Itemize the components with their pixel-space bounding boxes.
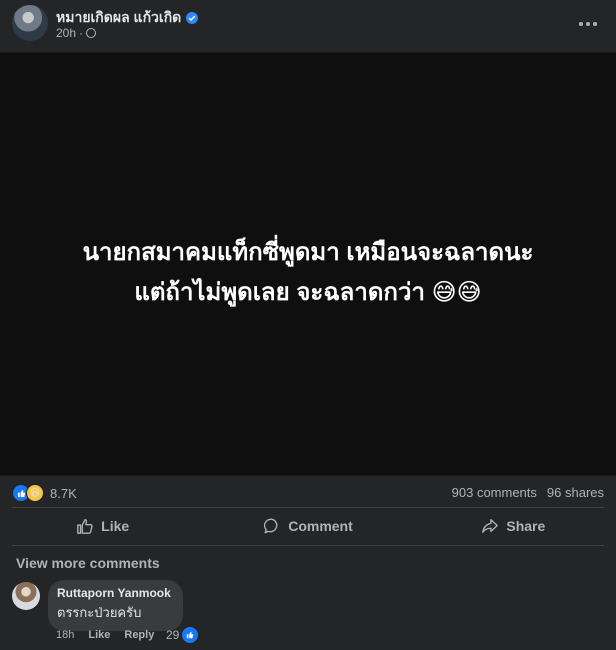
like-icon	[77, 519, 93, 534]
commenter-name[interactable]: Ruttaporn Yanmook	[57, 586, 171, 600]
comment-label: Comment	[288, 518, 353, 534]
comment-button[interactable]: Comment	[205, 510, 410, 542]
comment-meta: 18h Like Reply	[56, 629, 154, 641]
like-button[interactable]: Like	[0, 510, 205, 542]
reactions-summary[interactable]: 😆 8.7K	[12, 484, 77, 502]
reaction-count[interactable]: 8.7K	[50, 486, 77, 501]
share-count[interactable]: 96 shares	[547, 485, 604, 500]
post-header: หมายเกิดผล แก้วเกิด 20h ·	[0, 0, 616, 52]
more-options-icon[interactable]	[574, 10, 602, 38]
comment-reply-link[interactable]: Reply	[124, 629, 154, 641]
divider	[12, 545, 604, 546]
post-text-line1: นายกสมาคมแท็กซี่พูดมา เหมือนจะฉลาดนะ	[82, 239, 534, 266]
comment-text: ตรรกะป่วยครับ	[57, 605, 142, 620]
share-label: Share	[506, 518, 546, 534]
engagement-counts: 903 comments 96 shares	[452, 485, 604, 500]
commenter-avatar[interactable]	[12, 582, 40, 610]
post-text: นายกสมาคมแท็กซี่พูดมา เหมือนจะฉลาดนะ แต่…	[0, 233, 616, 313]
comment-bubble: Ruttaporn Yanmook ตรรกะป่วยครับ	[48, 580, 183, 631]
comment-reactions[interactable]: 29	[166, 627, 199, 643]
post-text-line2: แต่ถ้าไม่พูดเลย จะฉลาดกว่า 😅😅	[134, 279, 482, 306]
share-button[interactable]: Share	[411, 510, 616, 542]
post-time[interactable]: 20h	[56, 26, 76, 40]
post-image[interactable]: นายกสมาคมแท็กซี่พูดมา เหมือนจะฉลาดนะ แต่…	[0, 52, 616, 476]
like-label: Like	[101, 518, 130, 534]
comment-time[interactable]: 18h	[56, 629, 74, 641]
post-actions: Like Comment Share	[0, 510, 616, 542]
comment-like-icon	[182, 627, 199, 643]
post-stats: 😆 8.7K 903 comments 96 shares	[0, 478, 616, 506]
verified-badge-icon	[186, 12, 199, 24]
post-meta: 20h ·	[56, 26, 97, 40]
comment-like-link[interactable]: Like	[88, 629, 110, 641]
globe-icon	[86, 28, 97, 38]
comment-count[interactable]: 903 comments	[452, 485, 537, 500]
divider	[12, 507, 604, 508]
share-icon	[482, 519, 499, 533]
author-avatar[interactable]	[12, 5, 48, 41]
comment-like-count: 29	[166, 628, 180, 642]
comment-icon	[264, 518, 278, 534]
haha-reaction-icon: 😆	[26, 484, 44, 502]
view-more-comments-link[interactable]: View more comments	[16, 555, 160, 571]
